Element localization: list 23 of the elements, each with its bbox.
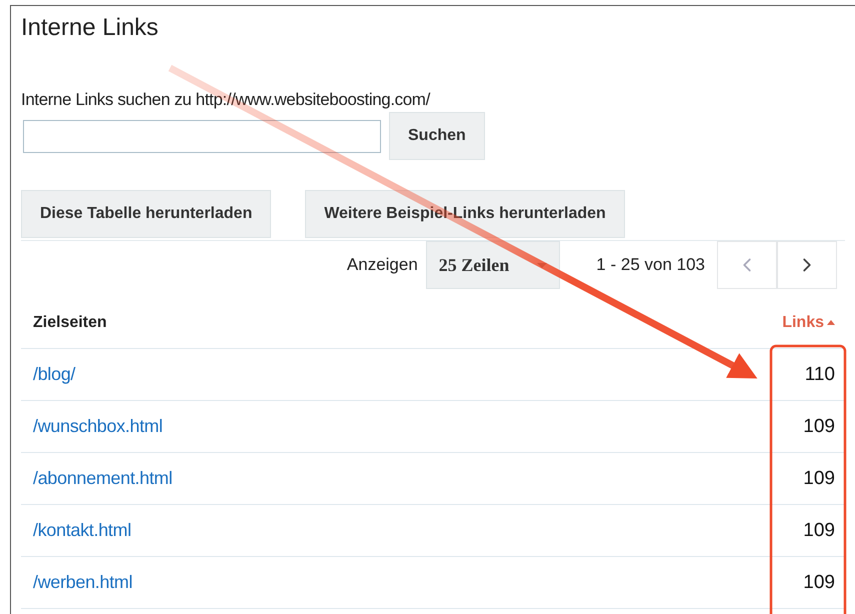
link-count: 109 [803,416,835,438]
page-link[interactable]: /werben.html [33,572,132,593]
search-button[interactable]: Suchen [389,112,485,160]
show-label: Anzeigen [346,255,418,275]
page-link[interactable]: /abonnement.html [33,468,172,489]
search-label: Interne Links suchen zu http://www.websiteboosting.com/ [21,90,432,110]
download-button[interactable]: Weitere Beispiel-Links herunterladen [305,190,625,238]
page-title: Interne Links [21,14,160,42]
link-count: 109 [803,572,835,594]
download-button[interactable]: Diese Tabelle herunterladen [21,190,272,238]
page-link[interactable]: /kontakt.html [33,520,132,541]
page-link[interactable]: /blog/ [33,364,76,385]
link-count: 110 [804,364,835,386]
page-range: 1 - 25 von 103 [596,255,705,275]
search-field[interactable] [23,120,381,152]
link-count: 109 [803,468,835,490]
rows-dropdown[interactable]: 25 Zeilen [426,241,560,289]
sort-up-icon [827,320,835,325]
link-count: 109 [803,520,835,542]
next-page-button[interactable] [777,241,837,289]
column-header[interactable]: Links [782,314,835,332]
page-link[interactable]: /wunschbox.html [33,416,163,437]
column-header[interactable]: Zielseiten [33,314,107,332]
